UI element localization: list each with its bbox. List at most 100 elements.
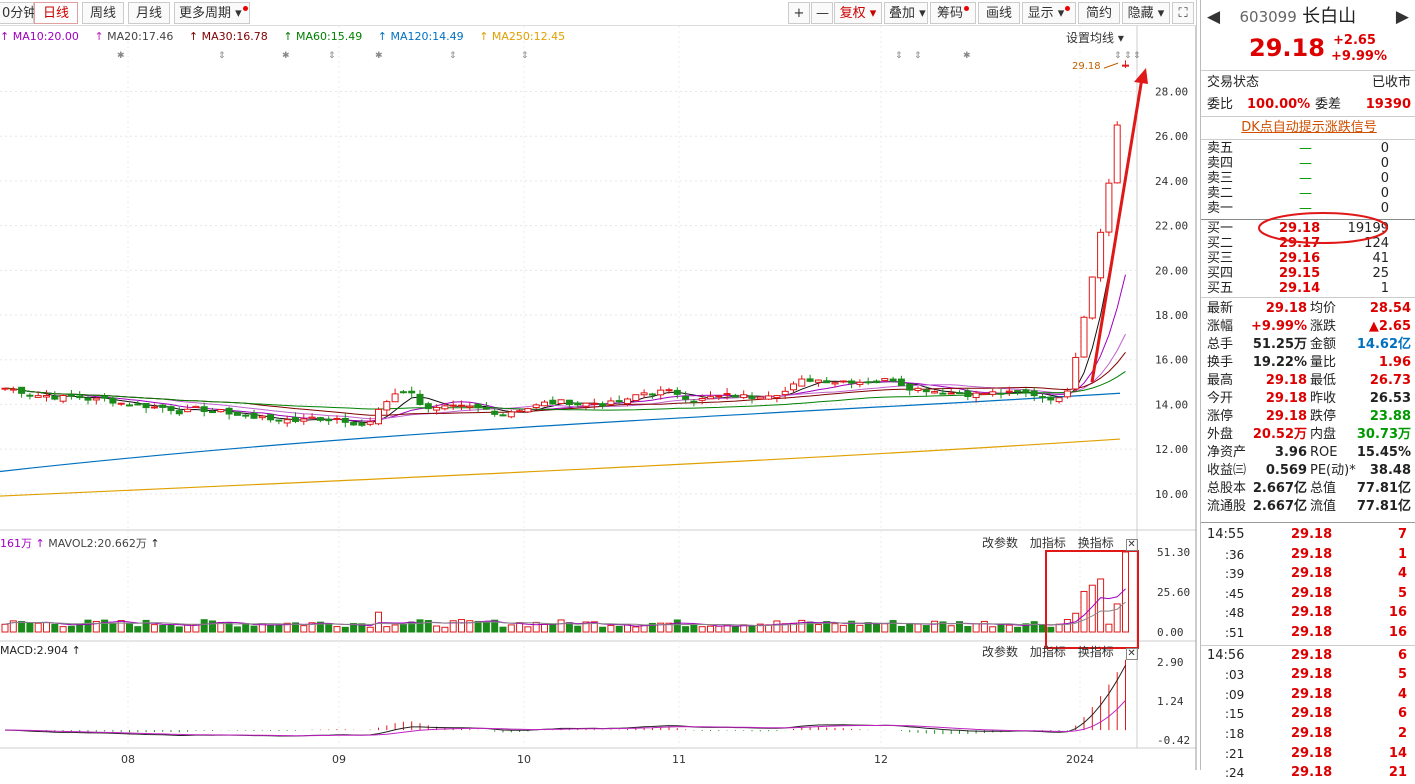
event-marker: ✱ bbox=[375, 51, 383, 61]
volume-bar bbox=[964, 626, 972, 633]
order-volume: 0 bbox=[1380, 186, 1389, 201]
tick-price: 29.18 bbox=[1291, 686, 1333, 702]
zoom-out-button[interactable]: — bbox=[811, 2, 833, 24]
simple-button[interactable]: 简约 bbox=[1078, 2, 1120, 24]
candle-body bbox=[632, 394, 640, 401]
volume-bar bbox=[366, 626, 374, 633]
stat-label: 涨停 bbox=[1207, 409, 1234, 424]
candle-body bbox=[308, 416, 316, 419]
add-indicator-link[interactable]: 加指标 bbox=[1030, 536, 1066, 550]
back-icon[interactable]: ◀ bbox=[1207, 7, 1220, 27]
candle-body bbox=[1022, 389, 1030, 393]
zoom-in-button[interactable]: + bbox=[788, 2, 810, 24]
switch-indicator-link[interactable]: 换指标 bbox=[1078, 536, 1114, 550]
sell-order-row[interactable]: 卖五 — 0 bbox=[1207, 141, 1411, 156]
tick-time: :24 bbox=[1225, 766, 1245, 781]
candle-body bbox=[275, 419, 283, 422]
tick-price: 29.18 bbox=[1291, 765, 1333, 781]
macd-tick-label: 1.24 bbox=[1157, 695, 1184, 708]
tab-daily[interactable]: 日线 bbox=[34, 2, 78, 24]
adjust-button[interactable]: 复权 ▾ bbox=[834, 2, 882, 24]
candle-body bbox=[92, 397, 100, 401]
ma-line bbox=[4, 274, 1126, 422]
annotation-arrowhead bbox=[1134, 68, 1148, 84]
candle-body bbox=[466, 405, 474, 408]
candle-body bbox=[184, 408, 192, 413]
tab-weekly[interactable]: 周线 bbox=[82, 2, 124, 24]
volume-bar bbox=[67, 625, 75, 633]
stock-code: 603099 bbox=[1239, 8, 1297, 26]
set-ma-button[interactable]: 设置均线 ▾ bbox=[1066, 29, 1124, 46]
event-marker: ⇕ bbox=[1133, 51, 1141, 61]
order-volume: 0 bbox=[1380, 141, 1389, 156]
last-price: 29.18 bbox=[1249, 34, 1325, 62]
close-icon[interactable]: ✕ bbox=[1125, 539, 1138, 551]
stat-label: 最低 bbox=[1310, 373, 1337, 388]
display-button[interactable]: 显示 ▾ bbox=[1022, 2, 1076, 24]
stats-row: 总股本 2.667亿 总值 77.81亿 bbox=[1207, 480, 1411, 498]
hide-button[interactable]: 隐藏 ▾ bbox=[1122, 2, 1170, 24]
tab-monthly[interactable]: 月线 bbox=[128, 2, 170, 24]
edit-params-link[interactable]: 改参数 bbox=[982, 645, 1018, 659]
candle-body bbox=[964, 390, 972, 397]
volume-bar bbox=[499, 626, 507, 633]
tick-price: 29.18 bbox=[1291, 605, 1333, 621]
candle-body bbox=[1105, 182, 1113, 233]
tab-minute[interactable]: 0分钟 bbox=[0, 2, 36, 24]
stat-value: +9.99% bbox=[1251, 319, 1307, 334]
draw-button[interactable]: 画线 bbox=[978, 2, 1020, 24]
stat-label: 金额 bbox=[1310, 337, 1337, 352]
switch-indicator-link[interactable]: 换指标 bbox=[1078, 645, 1114, 659]
stat-label: 总股本 bbox=[1207, 481, 1247, 496]
order-price: — bbox=[1299, 186, 1312, 201]
tick-time: :51 bbox=[1225, 626, 1245, 640]
tick-row: :21 29.18 14 bbox=[1207, 745, 1411, 765]
order-price: 29.14 bbox=[1279, 281, 1321, 296]
price-tick-label: 20.00 bbox=[1155, 264, 1188, 277]
event-marker: ✱ bbox=[282, 51, 290, 61]
volume-bar bbox=[773, 620, 781, 633]
volume-bar bbox=[856, 624, 864, 633]
overlay-button[interactable]: 叠加 ▾ bbox=[884, 2, 928, 24]
candle-body bbox=[1047, 396, 1055, 401]
candle-body bbox=[142, 403, 150, 409]
candle-body bbox=[997, 392, 1005, 395]
add-indicator-link[interactable]: 加指标 bbox=[1030, 645, 1066, 659]
volume-bar bbox=[748, 626, 756, 633]
order-level-label: 买五 bbox=[1207, 281, 1234, 296]
forward-icon[interactable]: ▶ bbox=[1396, 6, 1409, 28]
candle-body bbox=[399, 391, 407, 394]
volume-bar bbox=[482, 622, 490, 633]
candle-body bbox=[59, 395, 67, 402]
stat-value: 29.18 bbox=[1265, 391, 1307, 406]
buy-order-row[interactable]: 买五 29.14 1 bbox=[1207, 281, 1411, 296]
tick-row: :18 29.18 2 bbox=[1207, 725, 1411, 745]
fullscreen-icon[interactable]: ⛶ bbox=[1172, 2, 1194, 24]
tab-more-periods[interactable]: 更多周期 ▾ bbox=[174, 2, 250, 24]
order-volume: 0 bbox=[1380, 156, 1389, 171]
buy-order-row[interactable]: 买三 29.16 41 bbox=[1207, 251, 1411, 266]
price-change-pct: +9.99% bbox=[1331, 49, 1387, 64]
candle-body bbox=[300, 418, 308, 422]
tick-price: 29.18 bbox=[1291, 566, 1333, 582]
volume-bar bbox=[1014, 626, 1022, 633]
volume-bar bbox=[325, 622, 333, 633]
order-price: 29.15 bbox=[1279, 266, 1321, 281]
dk-signal-link[interactable]: DK点自动提示涨跌信号 bbox=[1207, 119, 1411, 137]
sell-order-row[interactable]: 卖三 — 0 bbox=[1207, 171, 1411, 186]
tick-volume: 16 bbox=[1388, 605, 1407, 621]
sell-order-row[interactable]: 卖二 — 0 bbox=[1207, 186, 1411, 201]
candle-body bbox=[333, 417, 341, 420]
event-marker: ⇕ bbox=[1114, 51, 1122, 61]
buy-order-row[interactable]: 买四 29.15 25 bbox=[1207, 266, 1411, 281]
volume-bar bbox=[906, 622, 914, 633]
sell-order-row[interactable]: 卖四 — 0 bbox=[1207, 156, 1411, 171]
tick-time: :15 bbox=[1225, 707, 1245, 722]
edit-params-link[interactable]: 改参数 bbox=[982, 536, 1018, 550]
candle-body bbox=[773, 395, 781, 399]
volume-bar bbox=[922, 625, 930, 633]
close-icon[interactable]: ✕ bbox=[1125, 648, 1138, 660]
stat-value: ▲2.65 bbox=[1368, 319, 1411, 334]
tick-time: :45 bbox=[1225, 586, 1245, 601]
chips-button[interactable]: 筹码 bbox=[930, 2, 976, 24]
